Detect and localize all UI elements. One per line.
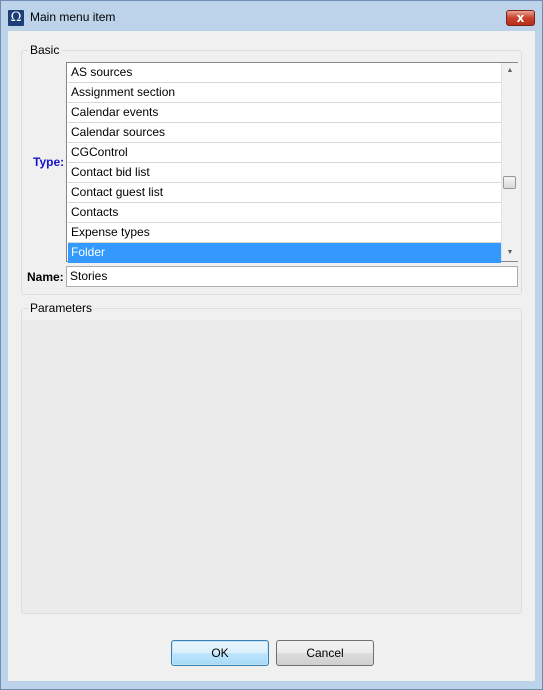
vertical-scrollbar[interactable]: ▲ ▼ xyxy=(501,63,518,261)
name-input[interactable]: Stories xyxy=(66,266,518,287)
scroll-up-arrow-icon[interactable]: ▲ xyxy=(502,63,518,79)
close-icon: x xyxy=(516,11,525,25)
close-button[interactable]: x xyxy=(506,10,535,26)
list-item[interactable]: Contact bid list xyxy=(68,163,501,183)
list-item[interactable]: Contact guest list xyxy=(68,183,501,203)
ok-button[interactable]: OK xyxy=(171,640,269,666)
basic-group-legend: Basic xyxy=(28,43,62,57)
list-item[interactable]: Expense types xyxy=(68,223,501,243)
dialog-body: Basic Type: AS sources Assignment sectio… xyxy=(8,31,535,681)
cancel-button[interactable]: Cancel xyxy=(276,640,374,666)
type-listbox[interactable]: AS sources Assignment section Calendar e… xyxy=(66,62,518,263)
list-item-selected[interactable]: Folder xyxy=(68,243,501,263)
scrollbar-thumb[interactable] xyxy=(503,176,516,189)
parameters-panel xyxy=(22,320,521,613)
scroll-down-arrow-icon[interactable]: ▼ xyxy=(502,245,518,261)
name-label: Name: xyxy=(27,270,64,284)
window-title: Main menu item xyxy=(30,10,116,24)
omega-app-icon: Ω xyxy=(8,10,24,26)
type-label: Type: xyxy=(33,155,65,169)
parameters-group-legend: Parameters xyxy=(28,301,95,315)
list-item[interactable]: Calendar sources xyxy=(68,123,501,143)
title-bar[interactable]: Ω Main menu item x xyxy=(1,1,542,31)
dialog-window: Ω Main menu item x Basic Type: AS source… xyxy=(0,0,543,690)
list-item[interactable]: Calendar events xyxy=(68,103,501,123)
list-item[interactable]: CGControl xyxy=(68,143,501,163)
list-item[interactable]: Contacts xyxy=(68,203,501,223)
list-item[interactable]: Assignment section xyxy=(68,83,501,103)
list-item[interactable]: AS sources xyxy=(68,63,501,83)
